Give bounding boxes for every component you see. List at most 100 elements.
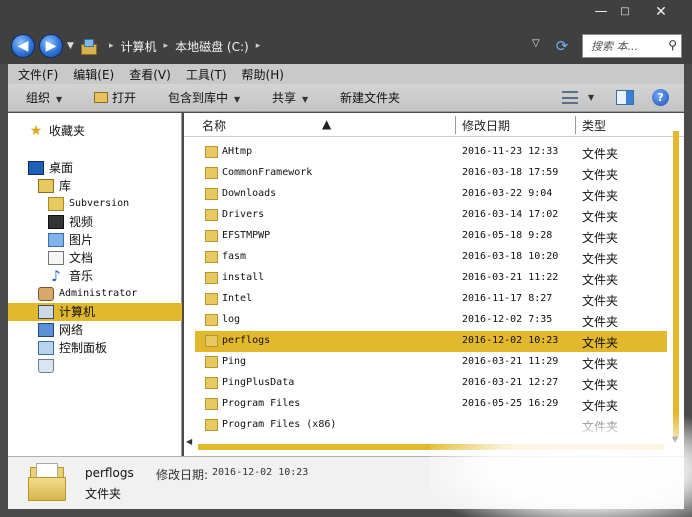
file-row[interactable]: AHtmp 2016-11-23 12:33 文件夹	[184, 142, 668, 163]
file-date: 2016-11-23 12:33	[462, 146, 559, 157]
explorer-window: — □ ✕ ◀ ▶ ▼ ▸ 计算机 ▸ 本地磁盘 (C:) ▸ ▽ ⟳ 搜索 本…	[0, 0, 692, 517]
organize-button[interactable]: 组织 ▼	[26, 84, 62, 112]
nav-computer[interactable]: 计算机	[8, 303, 182, 321]
recent-pages-dropdown[interactable]: ▼	[67, 41, 74, 51]
file-row[interactable]: fasm 2016-03-18 10:20 文件夹	[184, 247, 668, 268]
column-date[interactable]: 修改日期	[462, 117, 510, 134]
file-type: 文件夹	[582, 357, 619, 371]
new-folder-label: 新建文件夹	[340, 91, 401, 105]
nav-recycle-bin[interactable]	[38, 357, 59, 375]
breadcrumb-separator[interactable]: ▸	[164, 41, 169, 51]
breadcrumb-local-disk[interactable]: 本地磁盘 (C:)	[175, 38, 249, 55]
menu-file[interactable]: 文件(F)	[18, 66, 58, 83]
network-icon	[38, 323, 54, 337]
file-row[interactable]: Program Files (x86) 文件夹	[184, 415, 668, 436]
nav-label: 视频	[69, 215, 94, 229]
file-row[interactable]: PingPlusData 2016-03-21 12:27 文件夹	[184, 373, 668, 394]
search-icon[interactable]: ⚲	[668, 38, 677, 52]
file-row[interactable]: install 2016-03-21 11:22 文件夹	[184, 268, 668, 289]
back-button[interactable]: ◀	[11, 34, 35, 58]
nav-favorites[interactable]: ★ 收藏夹	[28, 122, 85, 140]
file-date: 2016-05-25 16:29	[462, 398, 559, 409]
address-history-dropdown[interactable]: ▽	[532, 38, 540, 49]
refresh-icon[interactable]: ⟳	[552, 37, 572, 55]
file-name: Program Files (x86)	[222, 419, 337, 430]
menu-view[interactable]: 查看(V)	[129, 66, 171, 83]
close-button[interactable]: ✕	[646, 0, 676, 24]
nav-pictures[interactable]: 图片	[48, 231, 93, 249]
nav-videos[interactable]: 视频	[48, 213, 93, 231]
breadcrumb-separator[interactable]: ▸	[256, 41, 261, 51]
nav-network[interactable]: 网络	[38, 321, 83, 339]
nav-desktop[interactable]: 桌面	[28, 159, 73, 177]
file-row[interactable]: Ping 2016-03-21 11:29 文件夹	[184, 352, 668, 373]
file-row[interactable]: perflogs 2016-12-02 10:23 文件夹	[195, 331, 667, 352]
chevron-down-icon: ▼	[302, 95, 309, 104]
breadcrumb[interactable]: ▸ 计算机 ▸ 本地磁盘 (C:) ▸	[80, 36, 267, 56]
chevron-down-icon: ▼	[234, 95, 241, 104]
forward-button[interactable]: ▶	[39, 34, 63, 58]
file-name: perflogs	[222, 335, 271, 346]
open-button[interactable]: 打开	[94, 84, 136, 112]
file-date: 2016-03-18 10:20	[462, 251, 559, 262]
file-name: EFSTMPWP	[222, 230, 271, 241]
search-input[interactable]: 搜索 本... ⚲	[582, 34, 682, 58]
chevron-down-icon[interactable]: ▼	[588, 84, 594, 112]
nav-libraries[interactable]: 库	[38, 177, 71, 195]
column-divider[interactable]	[575, 116, 576, 134]
search-placeholder: 搜索 本...	[591, 40, 638, 53]
column-type[interactable]: 类型	[582, 117, 606, 134]
details-date: 2016-12-02 10:23	[212, 467, 309, 478]
nav-label: 桌面	[49, 161, 74, 175]
file-row[interactable]: Downloads 2016-03-22 9:04 文件夹	[184, 184, 668, 205]
folder-icon	[205, 251, 218, 263]
file-type: 文件夹	[582, 399, 619, 413]
nav-label: 文档	[69, 251, 94, 265]
file-type: 文件夹	[582, 336, 619, 350]
library-icon	[38, 179, 54, 193]
folder-icon	[205, 146, 218, 158]
file-row[interactable]: CommonFramework 2016-03-18 17:59 文件夹	[184, 163, 668, 184]
file-type: 文件夹	[582, 168, 619, 182]
new-folder-button[interactable]: 新建文件夹	[340, 84, 400, 112]
file-row[interactable]: log 2016-12-02 7:35 文件夹	[184, 310, 668, 331]
scroll-left-icon[interactable]: ◀	[186, 437, 192, 446]
nav-control-panel[interactable]: 控制面板	[38, 339, 107, 357]
breadcrumb-computer[interactable]: 计算机	[121, 38, 157, 55]
maximize-button[interactable]: □	[610, 0, 640, 24]
file-row[interactable]: Intel 2016-11-17 8:27 文件夹	[184, 289, 668, 310]
view-options-icon[interactable]	[562, 91, 578, 104]
column-divider[interactable]	[455, 116, 456, 134]
help-icon[interactable]: ?	[652, 89, 669, 106]
menu-help[interactable]: 帮助(H)	[242, 66, 284, 83]
include-in-library-button[interactable]: 包含到库中 ▼	[168, 84, 240, 112]
file-date: 2016-03-21 11:22	[462, 272, 559, 283]
folder-icon	[205, 314, 218, 326]
menu-edit[interactable]: 编辑(E)	[73, 66, 114, 83]
vertical-scrollbar[interactable]	[673, 131, 679, 437]
share-button[interactable]: 共享 ▼	[272, 84, 308, 112]
file-type: 文件夹	[582, 294, 619, 308]
file-name: log	[222, 314, 241, 325]
column-name[interactable]: 名称	[202, 117, 226, 134]
file-row[interactable]: EFSTMPWP 2016-05-18 9:28 文件夹	[184, 226, 668, 247]
file-row[interactable]: Program Files 2016-05-25 16:29 文件夹	[184, 394, 668, 415]
file-row[interactable]: Drivers 2016-03-14 17:02 文件夹	[184, 205, 668, 226]
nav-documents[interactable]: 文档	[48, 249, 93, 267]
file-name: Drivers	[222, 209, 265, 220]
document-icon	[48, 251, 64, 265]
horizontal-scrollbar[interactable]	[198, 444, 664, 450]
nav-music[interactable]: ♪ 音乐	[48, 267, 93, 285]
nav-administrator[interactable]: Administrator	[38, 285, 137, 303]
computer-icon	[80, 39, 97, 55]
menu-bar: 文件(F) 编辑(E) 查看(V) 工具(T) 帮助(H)	[8, 64, 684, 84]
nav-label: 音乐	[69, 269, 94, 283]
desktop-icon	[28, 161, 44, 175]
menu-tools[interactable]: 工具(T)	[186, 66, 227, 83]
scroll-down-icon[interactable]: ▼	[672, 435, 678, 444]
nav-label: 收藏夹	[49, 124, 86, 138]
star-icon: ★	[29, 123, 43, 139]
breadcrumb-separator[interactable]: ▸	[109, 41, 114, 51]
nav-subversion[interactable]: Subversion	[48, 195, 129, 213]
preview-pane-icon[interactable]	[616, 90, 634, 105]
